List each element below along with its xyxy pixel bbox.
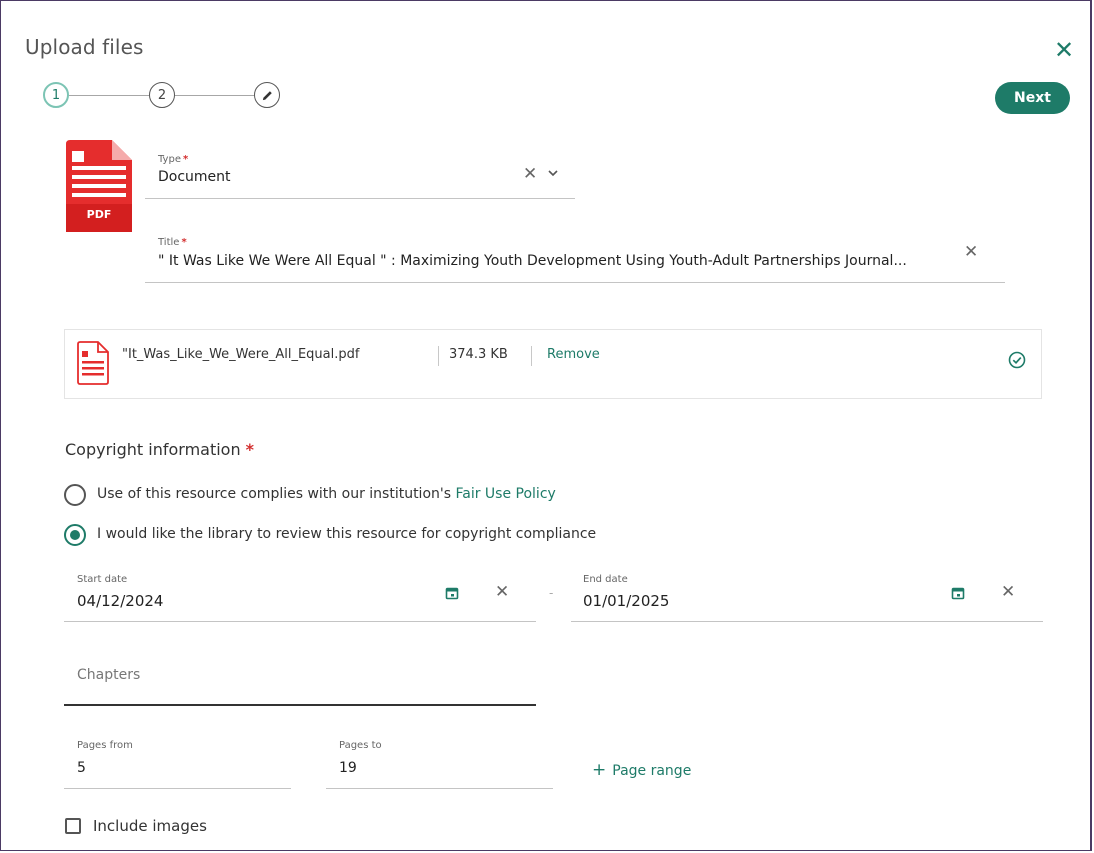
end-date-underline xyxy=(571,621,1043,622)
required-asterisk: * xyxy=(182,154,189,165)
step-connector xyxy=(69,95,149,96)
calendar-icon[interactable] xyxy=(445,586,459,600)
pdf-file-small-icon xyxy=(77,341,109,385)
end-date-input[interactable]: 01/01/2025 xyxy=(583,592,669,610)
title-input[interactable]: " It Was Like We Were All Equal " : Maxi… xyxy=(158,253,964,269)
step-connector xyxy=(175,95,254,96)
end-date-label: End date xyxy=(583,574,628,585)
uploaded-file-card xyxy=(64,329,1042,399)
pages-from-underline xyxy=(64,788,291,789)
chapters-input[interactable]: Chapters xyxy=(77,667,140,683)
pencil-icon xyxy=(262,90,272,100)
start-date-underline xyxy=(64,621,536,622)
step-2-number: 2 xyxy=(157,87,167,103)
fair-use-text: Use of this resource complies with our i… xyxy=(97,486,456,502)
chapters-underline xyxy=(64,704,536,706)
step-2-indicator[interactable]: 2 xyxy=(149,82,175,108)
step-3-edit-indicator[interactable] xyxy=(254,82,280,108)
title-field-underline xyxy=(145,282,1005,283)
clear-type-icon[interactable]: ✕ xyxy=(523,165,537,183)
remove-file-link[interactable]: Remove xyxy=(547,347,600,362)
dialog-title: Upload files xyxy=(25,35,144,59)
title-field-label: Title * xyxy=(158,237,187,248)
chevron-down-icon[interactable] xyxy=(547,168,559,178)
add-page-range-label: Page range xyxy=(612,763,692,779)
check-circle-icon xyxy=(1008,351,1026,369)
file-name: "It_Was_Like_We_Were_All_Equal.pdf xyxy=(122,347,360,362)
date-range-separator: - xyxy=(549,586,554,600)
plus-icon: + xyxy=(592,760,607,780)
required-asterisk: * xyxy=(245,440,254,459)
radio-fair-use-label: Use of this resource complies with our i… xyxy=(97,486,556,502)
calendar-icon[interactable] xyxy=(951,586,965,600)
copyright-title-text: Copyright information xyxy=(65,440,241,459)
clear-end-date-icon[interactable]: ✕ xyxy=(1001,583,1015,601)
type-select-value[interactable]: Document xyxy=(158,169,231,185)
fair-use-policy-link[interactable]: Fair Use Policy xyxy=(455,486,555,502)
file-size: 374.3 KB xyxy=(449,347,508,362)
add-page-range-button[interactable]: + Page range xyxy=(592,760,691,780)
radio-library-review-label: I would like the library to review this … xyxy=(97,526,597,542)
type-field-label: Type * xyxy=(158,154,188,165)
pages-from-input[interactable]: 5 xyxy=(77,760,86,776)
step-1-indicator[interactable]: 1 xyxy=(43,82,69,108)
divider xyxy=(438,346,439,366)
radio-library-review[interactable] xyxy=(64,524,86,546)
type-field-underline xyxy=(145,198,575,199)
required-asterisk: * xyxy=(181,237,187,248)
pages-to-underline xyxy=(326,788,553,789)
divider xyxy=(531,346,532,366)
next-button[interactable]: Next xyxy=(995,82,1070,114)
start-date-input[interactable]: 04/12/2024 xyxy=(77,592,163,610)
clear-title-icon[interactable]: ✕ xyxy=(964,243,978,261)
include-images-label: Include images xyxy=(93,817,207,835)
title-label-text: Title xyxy=(158,237,180,248)
start-date-label: Start date xyxy=(77,574,128,585)
include-images-checkbox[interactable] xyxy=(65,818,81,834)
pages-to-label: Pages to xyxy=(339,740,382,751)
close-icon[interactable]: ✕ xyxy=(1051,37,1077,63)
clear-start-date-icon[interactable]: ✕ xyxy=(495,583,509,601)
type-label-text: Type xyxy=(158,154,181,165)
radio-fair-use[interactable] xyxy=(64,484,86,506)
pages-from-label: Pages from xyxy=(77,740,133,751)
pdf-badge-label: PDF xyxy=(86,208,112,221)
upload-files-dialog: Upload files ✕ 1 2 Next PDF Type * Docume… xyxy=(0,0,1092,851)
step-1-number: 1 xyxy=(51,87,61,103)
copyright-section-title: Copyright information * xyxy=(65,440,254,459)
pages-to-input[interactable]: 19 xyxy=(339,760,357,776)
